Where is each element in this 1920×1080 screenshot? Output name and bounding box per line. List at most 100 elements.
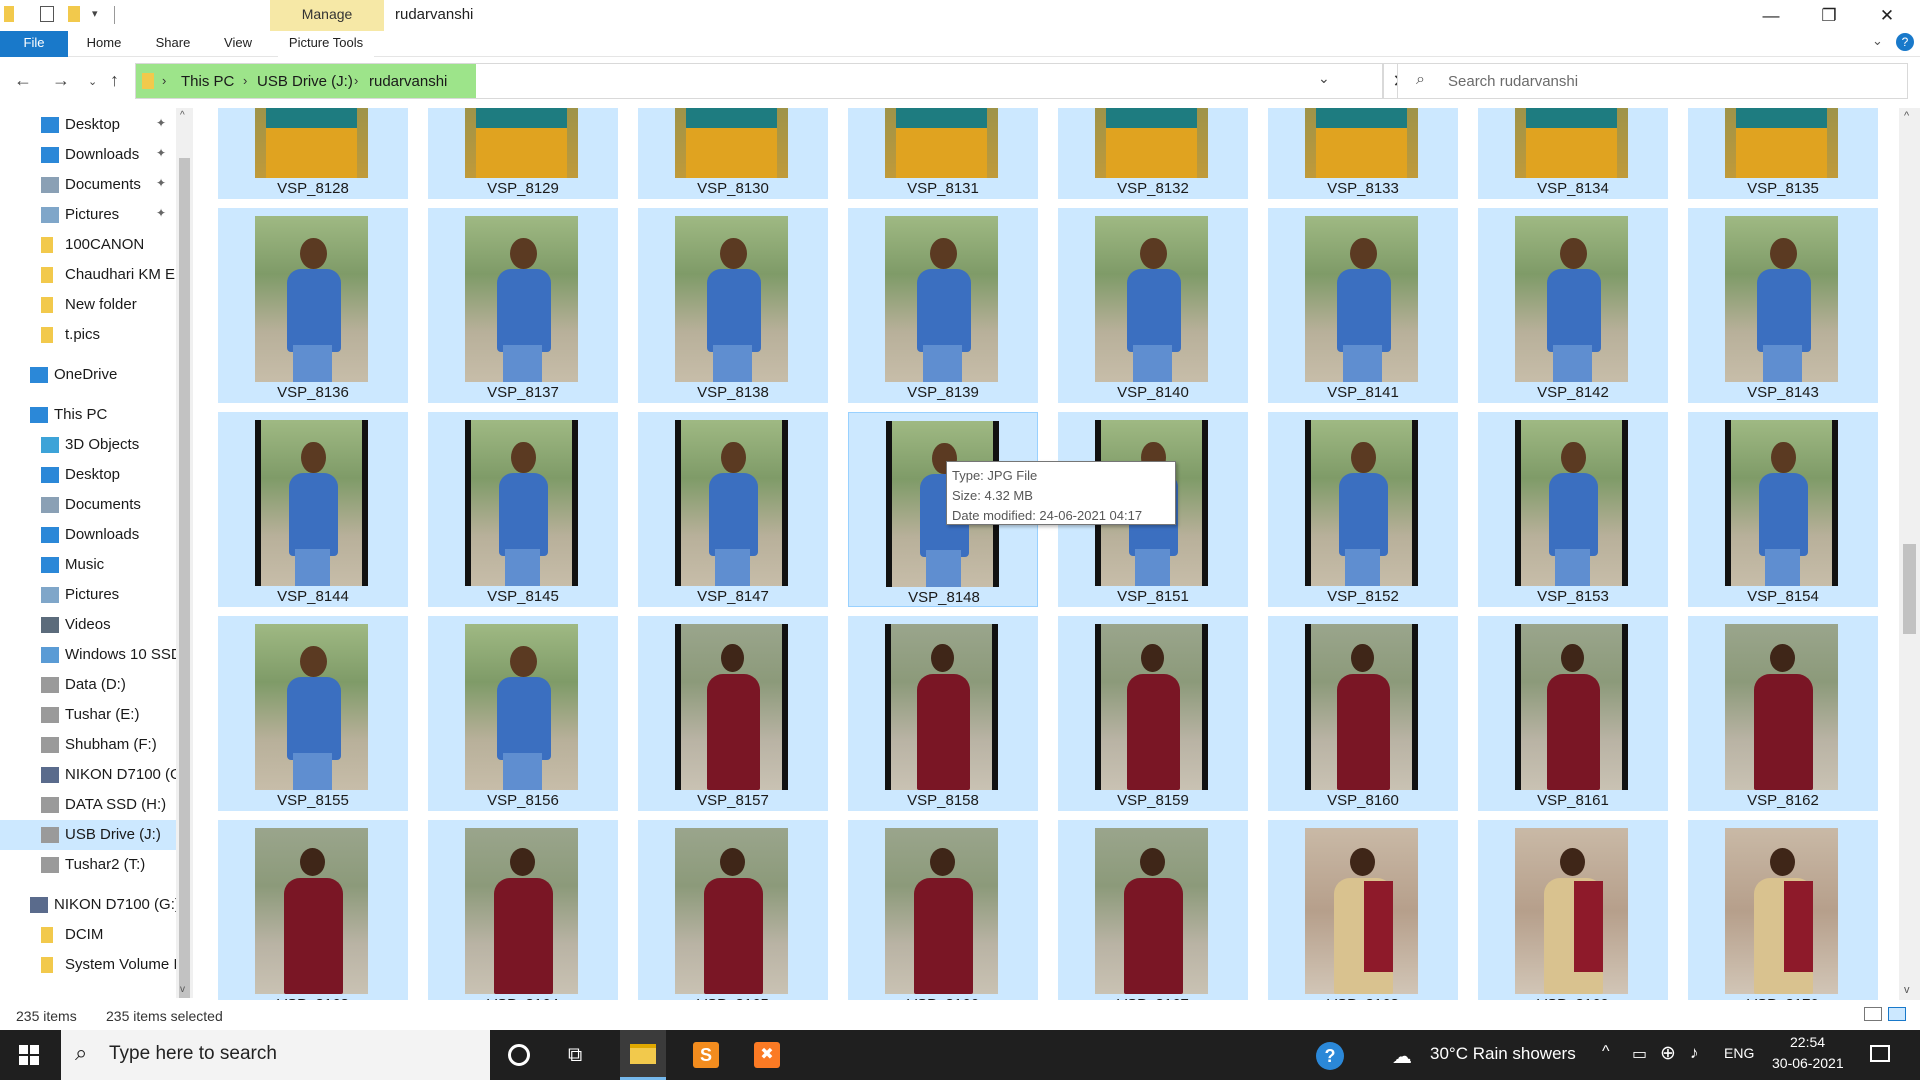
sidebar-item-pc-14[interactable]: Tushar2 (T:) xyxy=(0,850,176,880)
breadcrumb-usb-drive[interactable]: USB Drive (J:) xyxy=(257,73,353,90)
sidebar-item-pc-12[interactable]: DATA SSD (H:) xyxy=(0,790,176,820)
volume-icon[interactable]: ♪ xyxy=(1690,1043,1699,1063)
clock-date[interactable]: 30-06-2021 xyxy=(1772,1055,1844,1071)
clock-time[interactable]: 22:54 xyxy=(1790,1034,1825,1050)
chevron-right-icon[interactable]: › xyxy=(354,73,358,88)
file-tile[interactable]: VSP_8140 xyxy=(1058,208,1248,403)
large-icons-view-icon[interactable] xyxy=(1888,1007,1906,1021)
minimize-button[interactable]: — xyxy=(1742,0,1800,31)
sidebar-item-pc-13[interactable]: USB Drive (J:) xyxy=(0,820,176,850)
tab-view[interactable]: View xyxy=(214,31,262,57)
content-scroll-thumb[interactable] xyxy=(1903,544,1916,634)
close-button[interactable]: ✕ xyxy=(1858,0,1916,31)
scroll-down-icon[interactable]: v xyxy=(180,984,185,995)
search-input[interactable]: ⌕ Search rudarvanshi xyxy=(1397,63,1908,99)
file-tile[interactable]: VSP_8131 xyxy=(848,108,1038,199)
file-tile[interactable]: VSP_8132 xyxy=(1058,108,1248,199)
file-tile[interactable]: VSP_8129 xyxy=(428,108,618,199)
sidebar-item-qa-5[interactable]: Chaudhari KM Er xyxy=(0,260,176,290)
tab-picture-tools[interactable]: Picture Tools xyxy=(278,31,374,57)
file-tile[interactable]: VSP_8152 xyxy=(1268,412,1458,607)
file-tile[interactable]: VSP_8141 xyxy=(1268,208,1458,403)
sidebar-item-pc-11[interactable]: NIKON D7100 (G xyxy=(0,760,176,790)
sidebar-item-qa-7[interactable]: t.pics xyxy=(0,320,176,350)
address-bar[interactable]: › This PC › USB Drive (J:) › rudarvanshi… xyxy=(135,63,1383,99)
language-indicator[interactable]: ENG xyxy=(1724,1045,1754,1061)
file-tile[interactable]: VSP_8137 xyxy=(428,208,618,403)
taskbar-file-explorer[interactable] xyxy=(620,1030,666,1080)
chevron-right-icon[interactable]: › xyxy=(162,73,166,88)
sidebar-item-pc-4[interactable]: Music xyxy=(0,550,176,580)
file-tile[interactable]: VSP_8168 xyxy=(1268,820,1458,1000)
quick-access-dropdown-icon[interactable]: ▾ xyxy=(92,7,98,20)
sidebar-item-pc-10[interactable]: Shubham (F:) xyxy=(0,730,176,760)
file-tile[interactable]: VSP_8164 xyxy=(428,820,618,1000)
file-tile[interactable]: VSP_8160 xyxy=(1268,616,1458,811)
sidebar-item-qa-6[interactable]: New folder xyxy=(0,290,176,320)
file-tile[interactable]: VSP_8158 xyxy=(848,616,1038,811)
file-tile[interactable]: VSP_8170 xyxy=(1688,820,1878,1000)
file-tile[interactable]: VSP_8136 xyxy=(218,208,408,403)
sidebar-item-qa-3[interactable]: Pictures ✦ xyxy=(0,200,176,230)
file-tile[interactable]: VSP_8142 xyxy=(1478,208,1668,403)
file-tile[interactable]: VSP_8138 xyxy=(638,208,828,403)
file-tile[interactable]: VSP_8163 xyxy=(218,820,408,1000)
file-tile[interactable]: VSP_8167 xyxy=(1058,820,1248,1000)
battery-icon[interactable]: ▭ xyxy=(1632,1044,1647,1064)
file-tile[interactable]: VSP_8139 xyxy=(848,208,1038,403)
forward-arrow-icon[interactable]: → xyxy=(52,70,70,91)
sidebar-item-extra-1[interactable]: DCIM xyxy=(0,920,176,950)
file-tile[interactable]: VSP_8161 xyxy=(1478,616,1668,811)
manage-tab[interactable]: Manage xyxy=(270,0,384,31)
details-view-icon[interactable] xyxy=(1864,1007,1882,1021)
file-tile[interactable]: VSP_8134 xyxy=(1478,108,1668,199)
file-tile[interactable]: VSP_8145 xyxy=(428,412,618,607)
breadcrumb-rudarvanshi[interactable]: rudarvanshi xyxy=(369,73,447,90)
file-tile[interactable]: VSP_8162 xyxy=(1688,616,1878,811)
sidebar-item-pc-0[interactable]: 3D Objects xyxy=(0,430,176,460)
file-tile[interactable]: VSP_8130 xyxy=(638,108,828,199)
sidebar-item-pc-2[interactable]: Documents xyxy=(0,490,176,520)
file-tile[interactable]: VSP_8135 xyxy=(1688,108,1878,199)
file-tile[interactable]: VSP_8144 xyxy=(218,412,408,607)
sidebar-item-pc-5[interactable]: Pictures xyxy=(0,580,176,610)
file-tile[interactable]: VSP_8155 xyxy=(218,616,408,811)
file-tile[interactable]: VSP_8169 xyxy=(1478,820,1668,1000)
sidebar-item-pc-1[interactable]: Desktop xyxy=(0,460,176,490)
content-scrollbar[interactable]: ^ v xyxy=(1899,108,1920,1000)
sidebar-item-extra-0[interactable]: NIKON D7100 (G:) xyxy=(0,890,176,920)
file-tile[interactable]: VSP_8147 xyxy=(638,412,828,607)
recent-locations-icon[interactable]: ⌄ xyxy=(88,75,97,88)
notification-icon[interactable] xyxy=(1870,1045,1890,1062)
task-view-icon[interactable]: ⧉ xyxy=(568,1044,582,1067)
weather-cloud-icon[interactable]: ☁ xyxy=(1392,1044,1412,1069)
network-icon[interactable]: ⊕ xyxy=(1660,1042,1676,1065)
weather-text[interactable]: 30°C Rain showers xyxy=(1430,1044,1576,1064)
file-tile[interactable]: VSP_8166 xyxy=(848,820,1038,1000)
sidebar-item-pc-3[interactable]: Downloads xyxy=(0,520,176,550)
sidebar-item-qa-1[interactable]: Downloads ✦ xyxy=(0,140,176,170)
tab-file[interactable]: File xyxy=(0,31,68,57)
nav-scroll-thumb[interactable] xyxy=(179,158,190,998)
file-tile[interactable]: VSP_8157 xyxy=(638,616,828,811)
expand-ribbon-icon[interactable]: ⌄ xyxy=(1872,33,1883,49)
sidebar-item-onedrive[interactable]: OneDrive xyxy=(0,360,176,390)
sublime-text-icon[interactable]: S xyxy=(693,1042,719,1068)
scroll-up-icon[interactable]: ^ xyxy=(1904,110,1909,122)
sidebar-item-pc-8[interactable]: Data (D:) xyxy=(0,670,176,700)
sidebar-item-qa-0[interactable]: Desktop ✦ xyxy=(0,110,176,140)
nav-scrollbar[interactable]: ^ v xyxy=(176,108,193,998)
sidebar-item-extra-2[interactable]: System Volume I xyxy=(0,950,176,980)
xampp-icon[interactable]: ✖ xyxy=(754,1042,780,1068)
new-folder-icon[interactable] xyxy=(68,6,80,22)
scroll-up-icon[interactable]: ^ xyxy=(180,110,185,121)
help-icon[interactable]: ? xyxy=(1896,33,1914,51)
up-arrow-icon[interactable]: ↑ xyxy=(110,70,119,91)
cortana-icon[interactable] xyxy=(508,1044,530,1066)
properties-icon[interactable] xyxy=(40,6,54,22)
scroll-down-icon[interactable]: v xyxy=(1904,984,1910,996)
file-tile[interactable]: VSP_8143 xyxy=(1688,208,1878,403)
back-arrow-icon[interactable]: ← xyxy=(14,70,32,91)
taskbar-search-input[interactable]: ⌕ Type here to search xyxy=(61,1030,490,1080)
show-hidden-icons-icon[interactable]: ^ xyxy=(1602,1043,1610,1061)
